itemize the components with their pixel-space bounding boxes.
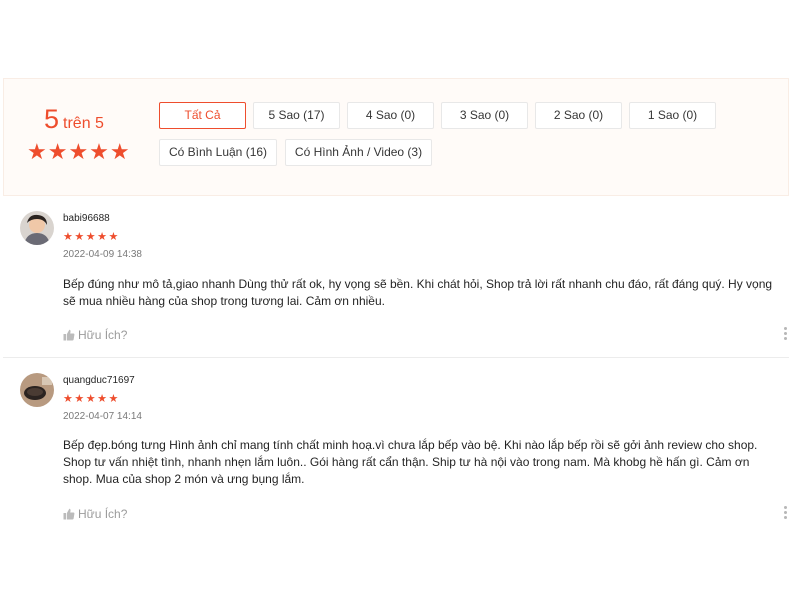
review-author[interactable]: babi96688	[63, 213, 110, 224]
filter-1-star-button[interactable]: 1 Sao (0)	[629, 102, 716, 129]
thumbs-up-icon	[63, 508, 75, 520]
filter-with-media-button[interactable]: Có Hình Ảnh / Video (3)	[285, 139, 432, 166]
rating-stars-icon: ★★★★★	[27, 139, 131, 164]
filter-4-star-button[interactable]: 4 Sao (0)	[347, 102, 434, 129]
helpful-button[interactable]: Hữu Ích?	[63, 507, 127, 521]
helpful-button[interactable]: Hữu Ích?	[63, 328, 127, 342]
more-options-icon[interactable]	[784, 327, 788, 342]
rating-suffix: trên 5	[63, 115, 104, 132]
rating-score: 5 trên 5	[44, 104, 104, 139]
rating-summary-panel	[3, 78, 789, 196]
review-timestamp: 2022-04-09 14:38	[63, 249, 142, 260]
avatar[interactable]	[20, 211, 54, 245]
filter-5-star-button[interactable]: 5 Sao (17)	[253, 102, 340, 129]
rating-value: 5	[44, 104, 60, 134]
more-options-icon[interactable]	[784, 506, 788, 521]
avatar[interactable]	[20, 373, 54, 407]
thumbs-up-icon	[63, 329, 75, 341]
review-author[interactable]: quangduc71697	[63, 375, 135, 386]
avatar-photo-icon	[20, 211, 54, 245]
review-text: Bếp đúng như mô tả,giao nhanh Dùng thử r…	[63, 277, 773, 308]
filter-3-star-button[interactable]: 3 Sao (0)	[441, 102, 528, 129]
review-text: Bếp đẹp.bóng tưng Hình ảnh chỉ mang tính…	[63, 438, 758, 486]
review-divider	[3, 357, 789, 358]
helpful-label: Hữu Ích?	[78, 507, 128, 521]
avatar-photo-icon	[20, 373, 54, 407]
filter-2-star-button[interactable]: 2 Sao (0)	[535, 102, 622, 129]
filter-all-button[interactable]: Tất Cả	[159, 102, 246, 129]
helpful-label: Hữu Ích?	[78, 328, 128, 342]
review-stars-icon: ★★★★★	[63, 393, 120, 405]
review-timestamp: 2022-04-07 14:14	[63, 411, 142, 422]
filter-with-comment-button[interactable]: Có Bình Luận (16)	[159, 139, 277, 166]
review-stars-icon: ★★★★★	[63, 231, 120, 243]
